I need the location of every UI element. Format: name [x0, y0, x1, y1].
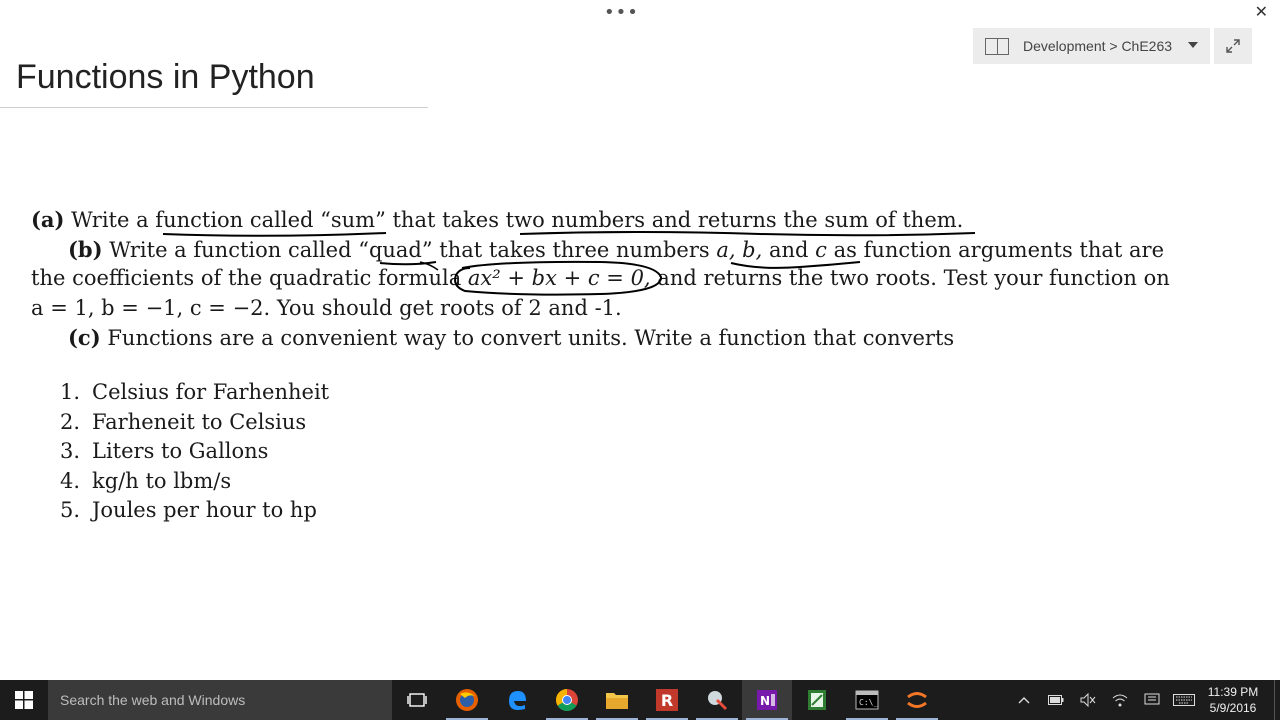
keyboard-icon[interactable] — [1168, 680, 1200, 720]
part-c: (c) Functions are a convenient way to co… — [31, 323, 1191, 353]
file-explorer-icon[interactable] — [592, 680, 642, 720]
ink-app-icon[interactable] — [692, 680, 742, 720]
firefox-icon[interactable] — [442, 680, 492, 720]
taskbar-clock[interactable]: 11:39 PM 5/9/2016 — [1200, 684, 1266, 716]
part-b-line-1: (b) Write a function called “quad” that … — [31, 235, 1191, 265]
part-b-line-3: a = 1, b = −1, c = −2. You should get ro… — [31, 294, 1191, 324]
list-text: kg/h to lbm/s — [92, 468, 232, 493]
list-text: Joules per hour to hp — [92, 498, 317, 522]
task-view-icon[interactable] — [392, 680, 442, 720]
list-number: 4. — [60, 468, 81, 493]
start-button[interactable] — [0, 680, 48, 720]
list-item: 1. Celsius for Farhenheit — [60, 378, 329, 408]
list-number: 3. — [60, 439, 81, 463]
list-item: 4. kg/h to lbm/s — [60, 467, 329, 497]
close-icon[interactable]: ✕ — [1255, 2, 1268, 21]
fullscreen-button[interactable] — [1214, 28, 1252, 64]
show-desktop-button[interactable] — [1274, 680, 1280, 720]
r-icon[interactable]: R — [642, 680, 692, 720]
word-and: and — [762, 237, 816, 262]
list-number: 2. — [60, 409, 81, 434]
part-b-line-2: the coefficients of the quadratic formul… — [31, 264, 1191, 294]
chevron-up-icon[interactable] — [1008, 680, 1040, 720]
windows-logo-icon — [15, 691, 33, 709]
taskbar-search-input[interactable]: Search the web and Windows — [48, 680, 392, 720]
onenote-icon[interactable]: N — [742, 680, 792, 720]
title-divider — [0, 107, 428, 108]
edge-icon[interactable] — [492, 680, 542, 720]
expand-icon — [1226, 39, 1240, 53]
chrome-icon[interactable] — [542, 680, 592, 720]
quadratic-formula: ax² + bx + c = 0, — [467, 266, 651, 290]
svg-text:N: N — [760, 694, 770, 708]
clock-time: 11:39 PM — [1207, 685, 1259, 699]
list-text: Farheneit to Celsius — [92, 409, 307, 434]
spreadsheet-app-icon[interactable] — [792, 680, 842, 720]
part-c-text: Functions are a convenient way to conver… — [100, 326, 955, 350]
part-c-tag: (c) — [68, 325, 101, 350]
list-item: 2. Farheneit to Celsius — [60, 408, 329, 438]
list-text: Liters to Gallons — [92, 439, 269, 463]
list-text: Celsius for Farhenheit — [92, 380, 330, 404]
part-a: (a) Write a function called “sum” that t… — [31, 205, 1191, 235]
jupyter-icon[interactable] — [892, 680, 942, 720]
clock-date: 5/9/2016 — [1209, 701, 1257, 715]
page-title[interactable]: Functions in Python — [16, 58, 315, 97]
taskbar: Search the web and Windows R N C:\_ 11:3… — [0, 680, 1280, 720]
notebook-picker[interactable]: Development > ChE263 — [973, 28, 1210, 64]
system-tray: 11:39 PM 5/9/2016 — [1008, 680, 1280, 720]
list-item: 3. Liters to Gallons — [60, 437, 329, 467]
part-b-text-1-end: as function arguments that are — [826, 237, 1165, 262]
part-b-text-3: a = 1, b = −1, c = −2. You should get ro… — [31, 295, 622, 320]
battery-icon[interactable] — [1040, 680, 1072, 720]
part-b-text-2-end: and returns the two roots. Test your fun… — [650, 266, 1170, 290]
wifi-icon[interactable] — [1104, 680, 1136, 720]
list-number: 5. — [60, 498, 81, 522]
part-a-text: Write a function called “sum” that takes… — [64, 208, 964, 232]
part-b-text-2: the coefficients of the quadratic formul… — [31, 266, 468, 290]
chevron-down-icon — [1188, 42, 1198, 48]
notebook-picker-label: Development > ChE263 — [1023, 38, 1173, 54]
part-a-tag: (a) — [31, 207, 65, 232]
var-ab: a, b, — [716, 237, 763, 262]
svg-text:C:\_: C:\_ — [859, 698, 878, 707]
part-b-text-1: Write a function called “quad” that take… — [102, 237, 717, 262]
volume-muted-icon[interactable] — [1072, 680, 1104, 720]
action-center-icon[interactable] — [1136, 680, 1168, 720]
list-number: 1. — [60, 380, 81, 404]
notebook-icon — [985, 37, 1009, 55]
part-b-tag: (b) — [68, 236, 103, 262]
var-c: c — [815, 237, 827, 262]
conversion-list: 1. Celsius for Farhenheit 2. Farheneit to … — [60, 378, 329, 526]
more-options-icon[interactable]: ••• — [604, 2, 639, 23]
command-prompt-icon[interactable]: C:\_ — [842, 680, 892, 720]
svg-text:R: R — [661, 691, 673, 710]
document-body[interactable]: (a) Write a function called “sum” that t… — [31, 205, 1191, 353]
list-item: 5. Joules per hour to hp — [60, 496, 329, 526]
